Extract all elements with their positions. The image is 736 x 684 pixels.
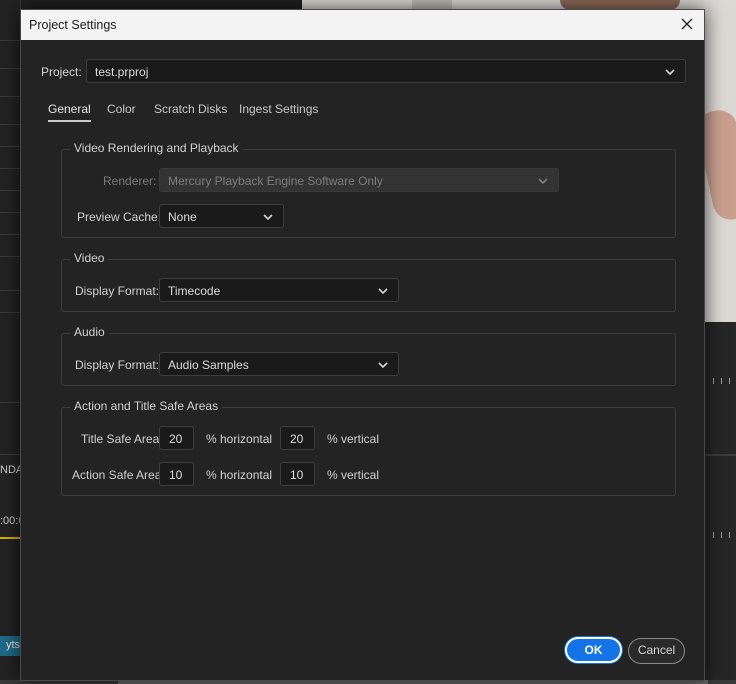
audio-group: Audio Display Format: Audio Samples	[61, 325, 676, 386]
project-settings-dialog: Project Settings Project: test.prproj Ge…	[20, 9, 705, 681]
background-clip-label: yts	[6, 639, 20, 651]
preview-cache-select[interactable]: None	[159, 204, 284, 228]
title-safe-horizontal-value: 20	[169, 432, 183, 446]
title-safe-horizontal-input[interactable]: 20	[159, 426, 194, 450]
background-right-panel	[705, 322, 736, 684]
video-display-format-value: Timecode	[168, 284, 221, 298]
title-safe-horizontal-unit: % horizontal	[206, 432, 273, 446]
background-panel-label: NDA	[0, 464, 20, 476]
video-rendering-legend: Video Rendering and Playback	[70, 141, 243, 155]
background-left-panel	[0, 0, 20, 684]
title-safe-vertical-value: 20	[290, 432, 304, 446]
audio-display-format-label: Display Format:	[75, 358, 160, 372]
tab-general[interactable]: General	[48, 102, 91, 122]
chevron-down-icon	[665, 69, 675, 76]
background-timeline-bar	[0, 537, 20, 539]
close-icon[interactable]	[678, 15, 696, 33]
project-select[interactable]: test.prproj	[86, 59, 686, 83]
background-clip[interactable]: yts	[0, 636, 20, 656]
action-safe-horizontal-value: 10	[169, 468, 183, 482]
ok-button[interactable]: OK	[565, 637, 622, 663]
project-label: Project:	[41, 65, 82, 79]
chevron-down-icon	[263, 214, 273, 221]
tab-color[interactable]: Color	[107, 102, 136, 116]
dialog-titlebar[interactable]: Project Settings	[21, 10, 704, 40]
title-safe-vertical-unit: % vertical	[327, 432, 380, 446]
video-display-format-label: Display Format:	[75, 284, 160, 298]
project-select-value: test.prproj	[95, 65, 149, 79]
video-rendering-group: Video Rendering and Playback Renderer: M…	[61, 141, 676, 238]
audio-display-format-value: Audio Samples	[168, 358, 249, 372]
chevron-down-icon	[378, 362, 388, 369]
action-safe-vertical-input[interactable]: 10	[280, 462, 315, 486]
preview-cache-value: None	[168, 210, 197, 224]
video-display-format-select[interactable]: Timecode	[159, 278, 399, 302]
tab-scratch-disks[interactable]: Scratch Disks	[154, 102, 227, 116]
chevron-down-icon	[538, 178, 548, 185]
chevron-down-icon	[378, 288, 388, 295]
video-legend: Video	[70, 251, 109, 265]
action-safe-area-label: Action Safe Area	[72, 468, 162, 482]
title-safe-area-label: Title Safe Area	[81, 432, 160, 446]
audio-display-format-select[interactable]: Audio Samples	[159, 352, 399, 376]
tab-ingest-settings[interactable]: Ingest Settings	[239, 102, 318, 116]
preview-cache-label: Preview Cache:	[77, 210, 162, 224]
title-safe-vertical-input[interactable]: 20	[280, 426, 315, 450]
renderer-select-value: Mercury Playback Engine Software Only	[168, 174, 383, 188]
action-safe-vertical-value: 10	[290, 468, 304, 482]
cancel-button[interactable]: Cancel	[628, 638, 685, 664]
dialog-title: Project Settings	[29, 18, 117, 32]
video-group: Video Display Format: Timecode	[61, 251, 676, 312]
renderer-label: Renderer:	[103, 174, 157, 188]
renderer-select: Mercury Playback Engine Software Only	[159, 168, 559, 192]
action-safe-vertical-unit: % vertical	[327, 468, 380, 482]
safe-areas-legend: Action and Title Safe Areas	[70, 399, 223, 413]
background-timecode: :00:0	[0, 515, 20, 527]
action-safe-horizontal-input[interactable]: 10	[159, 462, 194, 486]
safe-areas-group: Action and Title Safe Areas Title Safe A…	[61, 399, 676, 496]
audio-legend: Audio	[70, 325, 109, 339]
action-safe-horizontal-unit: % horizontal	[206, 468, 273, 482]
